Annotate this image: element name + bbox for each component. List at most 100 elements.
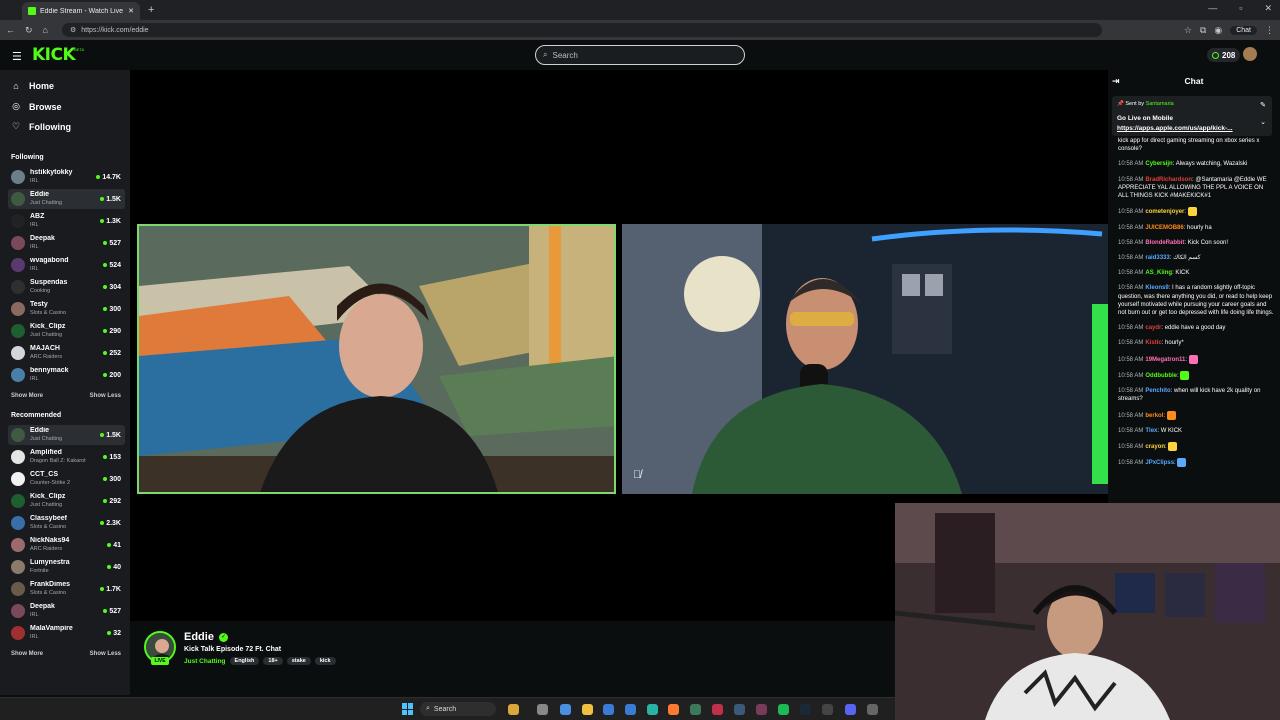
chat-username[interactable]: JUICEMOB86 bbox=[1145, 225, 1183, 231]
collapse-chat-icon[interactable]: ⇥ bbox=[1112, 76, 1120, 87]
screen: Eddie Stream - Watch Live on ✕ + — ▫ ✕ ←… bbox=[0, 0, 1280, 720]
profile-icon[interactable]: ◉ bbox=[1214, 25, 1222, 36]
chat-username[interactable]: Kleons9 bbox=[1145, 285, 1168, 291]
sidebar-channel[interactable]: Eddie Just Chatting 1.5K bbox=[8, 425, 125, 445]
unpin-icon[interactable]: ✎ bbox=[1260, 101, 1266, 109]
chat-username[interactable]: Penchito bbox=[1145, 388, 1170, 394]
chat-username[interactable]: raid3333 bbox=[1145, 255, 1169, 261]
sidebar-channel[interactable]: Eddie Just Chatting 1.5K bbox=[8, 189, 125, 209]
sidebar-channel[interactable]: Amplified Dragon Ball Z: Kakarot 153 bbox=[8, 447, 125, 467]
sidebar-channel[interactable]: Deepak IRL 527 bbox=[8, 601, 125, 621]
viewer-count: 2.3K bbox=[100, 520, 121, 527]
sidebar-channel[interactable]: ABZ IRL 1.3K bbox=[8, 211, 125, 231]
sidebar-channel[interactable]: Suspendas Cooking 304 bbox=[8, 277, 125, 297]
address-bar[interactable]: ⚙ https://kick.com/eddie bbox=[61, 23, 1102, 37]
chat-username[interactable]: berkol bbox=[1145, 413, 1163, 419]
recommended-show-less[interactable]: Show Less bbox=[90, 651, 121, 657]
pinned-link[interactable]: https://apps.apple.com/us/app/kick-... bbox=[1117, 125, 1247, 132]
chat-timestamp: 10:58 AM bbox=[1118, 372, 1144, 379]
sidebar-channel[interactable]: Deepak IRL 527 bbox=[8, 233, 125, 253]
reload-icon[interactable]: ↻ bbox=[25, 25, 33, 36]
kick-logo[interactable]: KICK bbox=[32, 45, 76, 65]
sidebar-channel[interactable]: wvagabond IRL 524 bbox=[8, 255, 125, 275]
taskbar-app-icon[interactable] bbox=[867, 704, 878, 715]
pinned-sender[interactable]: Santamaria bbox=[1146, 101, 1174, 107]
points-badge[interactable]: 208 bbox=[1207, 48, 1241, 62]
taskbar-app-icon[interactable] bbox=[625, 704, 636, 715]
pinned-message[interactable]: 📌 Sent by Santamaria ✎ Go Live on Mobile… bbox=[1112, 96, 1272, 136]
firefox-icon[interactable] bbox=[668, 704, 679, 715]
stream-category-link[interactable]: Just Chatting bbox=[184, 658, 226, 665]
sidebar-channel[interactable]: hstikkytokky IRL 14.7K bbox=[8, 167, 125, 187]
windows-start-icon[interactable] bbox=[402, 703, 414, 715]
following-show-less[interactable]: Show Less bbox=[90, 393, 121, 399]
chat-username[interactable]: Tlex bbox=[1145, 428, 1157, 434]
sidebar-channel[interactable]: bennymack IRL 200 bbox=[8, 365, 125, 385]
tag-chip[interactable]: English bbox=[229, 657, 260, 665]
search-input[interactable]: ⌕ Search bbox=[535, 45, 745, 65]
chat-username[interactable]: BlondeRabbit bbox=[1145, 240, 1184, 246]
sidebar-channel[interactable]: MAJACH ARC Raiders 252 bbox=[8, 343, 125, 363]
home-browser-icon[interactable]: ⌂ bbox=[43, 25, 48, 35]
taskbar-app-icon[interactable] bbox=[690, 704, 701, 715]
taskbar-app-icon[interactable] bbox=[756, 704, 767, 715]
chat-username[interactable]: 19Megatron11 bbox=[1145, 357, 1185, 363]
chat-username[interactable]: cometenjoyer bbox=[1145, 209, 1184, 215]
chat-username[interactable]: crayon bbox=[1145, 444, 1165, 450]
menu-dots-icon[interactable]: ⋮ bbox=[1265, 25, 1274, 36]
bookmark-icon[interactable]: ☆ bbox=[1184, 25, 1192, 36]
chat-username[interactable]: Cybersijn bbox=[1145, 161, 1172, 167]
chat-username[interactable]: BradRichardson bbox=[1145, 177, 1192, 183]
tag-chip[interactable]: 18+ bbox=[263, 657, 283, 665]
sidebar-channel[interactable]: Classybeef Slots & Casino 2.3K bbox=[8, 513, 125, 533]
muted-mic-icon[interactable]: 🎙̸ bbox=[633, 469, 641, 481]
sidebar-channel[interactable]: FrankDimes Slots & Casino 1.7K bbox=[8, 579, 125, 599]
edge-icon[interactable] bbox=[647, 704, 658, 715]
folder-icon[interactable] bbox=[582, 704, 593, 715]
steam-icon[interactable] bbox=[800, 704, 811, 715]
spotify-icon[interactable] bbox=[778, 704, 789, 715]
user-avatar[interactable] bbox=[1243, 47, 1257, 61]
sidebar-channel[interactable]: NickNaks94 ARC Raiders 41 bbox=[8, 535, 125, 555]
sidebar-channel[interactable]: CCT_CS Counter-Strike 2 300 bbox=[8, 469, 125, 489]
tag-chip[interactable]: kick bbox=[314, 657, 336, 665]
sidebar-channel[interactable]: Kick_Clipz Just Chatting 290 bbox=[8, 321, 125, 341]
streamer-name[interactable]: Eddie ✓ bbox=[184, 631, 228, 643]
sidebar-channel[interactable]: Kick_Clipz Just Chatting 292 bbox=[8, 491, 125, 511]
taskbar-app-icon[interactable] bbox=[508, 704, 519, 715]
discord-icon[interactable] bbox=[845, 704, 856, 715]
recommended-show-more[interactable]: Show More bbox=[11, 651, 43, 657]
new-tab-button[interactable]: + bbox=[148, 4, 154, 16]
site-info-icon[interactable]: ⚙ bbox=[70, 26, 76, 34]
chat-username[interactable]: JPxClipss bbox=[1145, 460, 1174, 466]
chat-username[interactable]: Kistic bbox=[1145, 340, 1161, 346]
following-show-more[interactable]: Show More bbox=[11, 393, 43, 399]
chat-username[interactable]: caydr bbox=[1145, 325, 1161, 331]
maximize-icon[interactable]: ▫ bbox=[1239, 3, 1242, 14]
nav-browse[interactable]: ◎ Browse bbox=[11, 101, 61, 112]
sidebar-channel[interactable]: Lumynestra Fortnite 40 bbox=[8, 557, 125, 577]
taskbar-app-icon[interactable] bbox=[537, 704, 548, 715]
chat-username[interactable]: Oddbubble bbox=[1145, 373, 1177, 379]
taskbar-search[interactable]: ⌕ Search bbox=[420, 702, 496, 716]
taskbar-app-icon[interactable] bbox=[822, 704, 833, 715]
sidebar-channel[interactable]: MalaVampire IRL 32 bbox=[8, 623, 125, 643]
browser-tab[interactable]: Eddie Stream - Watch Live on ✕ bbox=[22, 2, 140, 20]
back-icon[interactable]: ← bbox=[6, 25, 15, 35]
close-window-icon[interactable]: ✕ bbox=[1264, 3, 1272, 14]
tab-close-icon[interactable]: ✕ bbox=[128, 7, 134, 15]
taskbar-app-icon[interactable] bbox=[712, 704, 723, 715]
chat-username[interactable]: AS_Kiing bbox=[1145, 270, 1172, 276]
nav-following[interactable]: ♡ Following bbox=[11, 121, 71, 132]
nav-home[interactable]: ⌂ Home bbox=[11, 81, 54, 91]
taskbar-app-icon[interactable] bbox=[560, 704, 571, 715]
minimize-icon[interactable]: — bbox=[1208, 3, 1217, 14]
extensions-icon[interactable]: ⧉ bbox=[1200, 25, 1206, 36]
tag-chip[interactable]: stake bbox=[286, 657, 311, 665]
hamburger-menu-icon[interactable]: ☰ bbox=[12, 50, 22, 63]
browser-chat-button[interactable]: Chat bbox=[1230, 25, 1257, 35]
taskbar-app-icon[interactable] bbox=[734, 704, 745, 715]
sidebar-channel[interactable]: Testy Slots & Casino 300 bbox=[8, 299, 125, 319]
taskbar-app-icon[interactable] bbox=[603, 704, 614, 715]
chevron-down-icon[interactable]: ⌄ bbox=[1260, 118, 1266, 126]
